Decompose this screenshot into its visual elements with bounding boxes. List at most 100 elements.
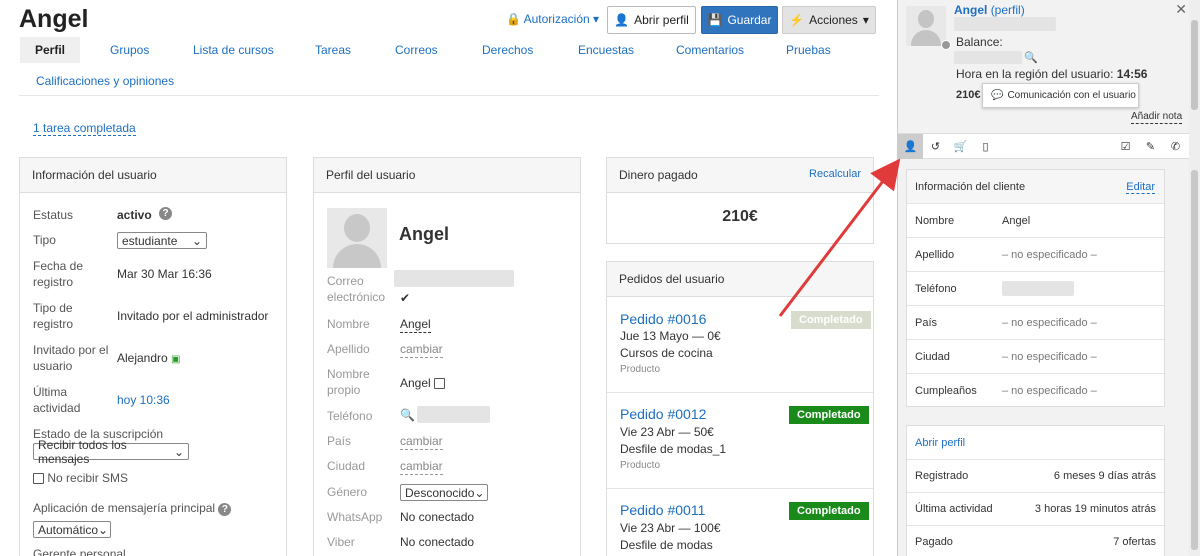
money-heading: Dinero pagado Recalcular [607, 158, 873, 193]
pencil-icon[interactable]: ✎ [1138, 134, 1163, 159]
phone-icon[interactable]: ✆ [1163, 134, 1188, 159]
side-user-name[interactable]: Angel (perfil) [954, 3, 1025, 17]
scrollbar-thumb[interactable] [1191, 170, 1198, 550]
stats-row: Pagado 7 ofertas [907, 525, 1164, 556]
messenger-select[interactable]: Automático ⌄ [33, 521, 111, 538]
order-product: Cursos de cocina [620, 346, 713, 360]
recalculate-link[interactable]: Recalcular [809, 168, 861, 180]
stats-panel: Abrir perfil Registrado 6 meses 9 días at… [906, 425, 1165, 556]
own-name-checkbox[interactable] [434, 378, 446, 390]
country-change[interactable]: cambiar [400, 433, 443, 450]
divider [607, 392, 873, 393]
tab-derechos[interactable]: Derechos [482, 43, 533, 57]
side-profile-link[interactable]: (perfil) [991, 3, 1025, 17]
side-open-profile-link[interactable]: Abrir perfil [915, 437, 965, 449]
page-title: Angel [19, 5, 89, 33]
lock-icon: 🔒 [506, 12, 521, 26]
tab-tareas[interactable]: Tareas [315, 43, 351, 57]
help-icon[interactable]: ? [218, 503, 232, 516]
client-row-value: – no especificado – [1002, 249, 1097, 261]
whatsapp-label: WhatsApp [327, 510, 383, 524]
gender-select[interactable]: Desconocido ⌄ [400, 484, 488, 501]
avatar-body [911, 30, 941, 46]
user-icon: 👤 [614, 13, 630, 27]
status-dot [941, 40, 951, 50]
tab-encuestas[interactable]: Encuestas [578, 43, 634, 57]
tab-comentarios[interactable]: Comentarios [676, 43, 744, 57]
client-row-key: Apellido [915, 249, 955, 261]
tab-calificaciones[interactable]: Calificaciones y opiniones [36, 74, 174, 88]
no-sms-checkbox[interactable] [33, 473, 44, 485]
viber-label: Viber [327, 535, 355, 549]
completed-tasks-link[interactable]: 1 tarea completada [33, 121, 136, 136]
tab-perfil[interactable]: Perfil [20, 37, 81, 63]
phone-label: Teléfono [327, 409, 373, 423]
order-date: Vie 23 Abr — 50€ [620, 425, 714, 439]
cart-icon[interactable]: 🛒 [948, 134, 973, 159]
scrollbar-thumb-top[interactable] [1191, 20, 1198, 110]
reg-date-label: Fecha de registro [33, 259, 84, 289]
side-scrollbar[interactable] [1189, 0, 1200, 556]
client-row-key: Nombre [915, 215, 955, 227]
save-label: Guardar [727, 13, 772, 27]
save-button[interactable]: 💾 Guardar [701, 6, 778, 34]
tab-correos[interactable]: Correos [395, 43, 438, 57]
client-row-value: – no especificado – [1002, 351, 1097, 363]
client-info-panel: Información del cliente Editar Nombre Ang… [906, 169, 1165, 407]
add-note-link[interactable]: Añadir nota [1131, 111, 1183, 124]
client-row-value: – no especificado – [1002, 385, 1097, 397]
side-icon-bar: 👤 ↺ 🛒 ▯ ☑ ✎ ✆ [898, 133, 1190, 159]
city-change[interactable]: cambiar [400, 458, 443, 475]
type-label: Tipo [33, 233, 56, 247]
surname-label: Apellido [327, 342, 370, 356]
edit-link[interactable]: Editar [1126, 181, 1155, 194]
user-side-panel: Angel (perfil) ✕ Balance: 🔍 Hora en la r… [897, 0, 1200, 556]
no-sms-option[interactable]: No recibir SMS [33, 470, 128, 486]
side-email [954, 17, 1056, 31]
client-row: Cumpleaños – no especificado – [907, 374, 1164, 408]
search-icon[interactable]: 🔍 [1024, 51, 1038, 64]
help-icon[interactable]: ? [159, 207, 172, 220]
stats-row-key: Última actividad [915, 503, 993, 515]
floppy-icon: 💾 [707, 13, 723, 27]
phone-search-icon[interactable]: 🔍 [400, 407, 415, 423]
subscription-select[interactable]: Recibir todos los mensajes ⌄ [33, 438, 189, 466]
side-amount: 210€ [956, 89, 981, 101]
main-content: Angel 🔒 Autorización ▾ 👤 Abrir perfil 💾 … [0, 0, 897, 556]
tab-lista-cursos[interactable]: Lista de cursos [193, 43, 274, 57]
order-meta: Producto [620, 460, 661, 471]
client-row-key: País [915, 317, 938, 329]
close-icon[interactable]: ✕ [1175, 1, 1187, 18]
type-select[interactable]: estudiante ⌄ [117, 232, 207, 249]
actions-button[interactable]: ⚡ Acciones ▾ [782, 6, 876, 34]
orders-panel: Pedidos del usuario Pedido #0016 Complet… [606, 261, 874, 556]
user-tab-icon[interactable]: 👤 [898, 134, 923, 159]
communication-tooltip[interactable]: 💬 Comunicación con el usuario [982, 83, 1139, 108]
hour-value: 14:56 [1116, 67, 1148, 81]
history-icon[interactable]: ↺ [923, 134, 948, 159]
order-link[interactable]: Pedido #0016 [620, 311, 706, 327]
order-link[interactable]: Pedido #0011 [620, 502, 705, 518]
tab-divider [19, 95, 879, 96]
bolt-icon: ⚡ [789, 13, 805, 27]
divider [607, 488, 873, 489]
subscription-value: Recibir todos los mensajes [38, 437, 127, 466]
open-profile-button[interactable]: 👤 Abrir perfil [607, 6, 696, 34]
authorization-dropdown[interactable]: 🔒 Autorización ▾ [506, 12, 599, 26]
chevron-down-icon: ⌄ [474, 485, 485, 500]
tooltip-text: Comunicación con el usuario [1007, 90, 1136, 101]
phone-value [417, 406, 490, 423]
chat-icon: 💬 [991, 90, 1004, 101]
mobile-icon[interactable]: ▯ [973, 134, 998, 159]
caret-icon: ▾ [862, 13, 869, 27]
checkbox-icon[interactable]: ☑ [1113, 134, 1138, 159]
messenger-label-text: Aplicación de mensajería principal [33, 501, 216, 515]
stats-row-value: 7 ofertas [1113, 536, 1156, 548]
open-profile-row[interactable]: Abrir perfil [907, 426, 1164, 460]
tab-pruebas[interactable]: Pruebas [786, 43, 831, 57]
viber-value: No conectado [400, 535, 475, 549]
order-link[interactable]: Pedido #0012 [620, 406, 706, 422]
name-value[interactable]: Angel [400, 316, 431, 333]
tab-grupos[interactable]: Grupos [110, 43, 149, 57]
surname-change[interactable]: cambiar [400, 341, 443, 358]
